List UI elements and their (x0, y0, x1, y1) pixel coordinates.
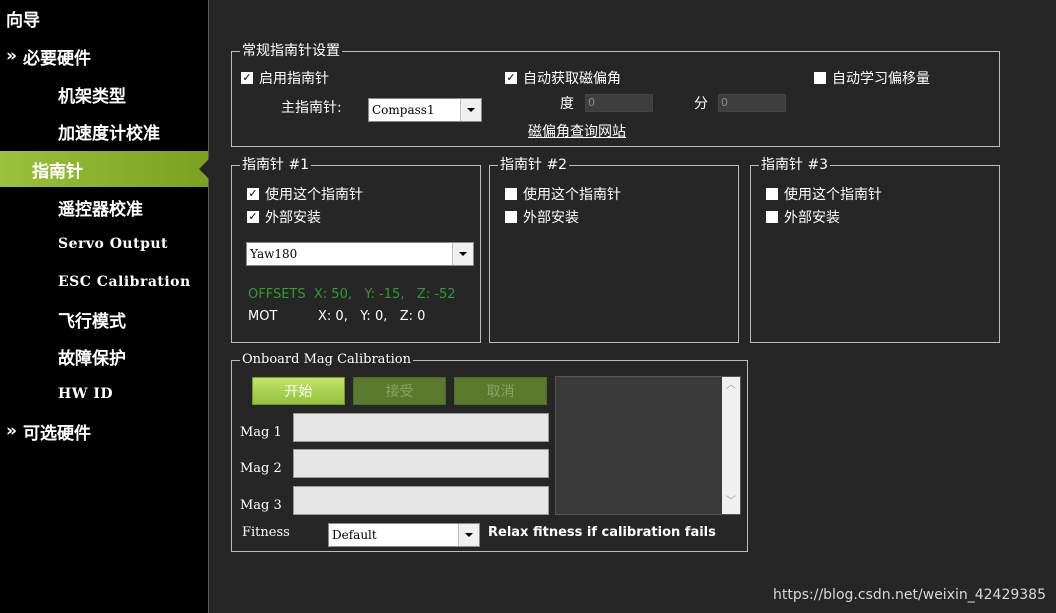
mag-1-progress (293, 413, 549, 442)
mag-2-progress (293, 449, 549, 478)
sidebar-item-label: 可选硬件 (22, 423, 91, 444)
checkbox-label: 外部安装 (265, 210, 321, 226)
sidebar-item-compass[interactable]: 指南针 (0, 151, 209, 187)
compass-3-external-checkbox[interactable]: 外部安装 (766, 207, 840, 227)
sidebar-item-label: 故障保护 (58, 348, 126, 369)
select-value: Yaw180 (250, 247, 298, 261)
relax-fitness-text: Relax fitness if calibration fails (488, 525, 716, 540)
checkbox-label: 外部安装 (784, 210, 840, 226)
auto-declination-checkbox[interactable]: ✓ 自动获取磁偏角 (505, 68, 621, 88)
checkbox-checked-icon: ✓ (241, 71, 253, 84)
minutes-input[interactable]: 0 (718, 94, 786, 112)
group-title: 指南针 #1 (240, 156, 312, 174)
group-title: 常规指南针设置 (240, 42, 342, 60)
select-value: Default (332, 528, 377, 542)
select-value: Compass1 (372, 103, 435, 117)
compass-2-group: 指南针 #2 使用这个指南针 外部安装 (489, 156, 739, 343)
result-textarea[interactable]: ︿ ﹀ (555, 376, 741, 515)
checkbox-label: 启用指南针 (259, 71, 329, 87)
scroll-down-icon[interactable]: ﹀ (726, 497, 736, 507)
sidebar-item-label: 遥控器校准 (58, 199, 143, 220)
chevron-double-right-icon: » (6, 46, 17, 66)
sidebar-item-hw-id[interactable]: HW ID (0, 376, 208, 412)
sidebar-item-label: Servo Output (58, 236, 169, 252)
cancel-button[interactable]: 取消 (454, 377, 547, 405)
group-title: Onboard Mag Calibration (240, 351, 413, 369)
checkbox-label: 使用这个指南针 (523, 187, 621, 203)
primary-compass-select[interactable]: Compass1 (368, 98, 482, 122)
sidebar-item-failsafe[interactable]: 故障保护 (0, 338, 208, 374)
checkbox-unchecked-icon (766, 211, 778, 223)
mag-2-label: Mag 2 (240, 461, 282, 476)
checkbox-label: 使用这个指南针 (265, 187, 363, 203)
fitness-label: Fitness (242, 525, 290, 540)
mag-3-label: Mag 3 (240, 498, 282, 513)
sidebar-item-label: 加速度计校准 (58, 123, 160, 144)
sidebar-item-mandatory-hardware[interactable]: » 必要硬件 (0, 38, 208, 74)
watermark: https://blog.csdn.net/weixin_42429385 (772, 587, 1046, 603)
sidebar-item-wizard[interactable]: 向导 (0, 0, 208, 36)
degrees-input[interactable]: 0 (585, 94, 653, 112)
enable-compass-checkbox[interactable]: ✓ 启用指南针 (241, 68, 329, 88)
scroll-up-icon[interactable]: ︿ (726, 381, 736, 391)
sidebar-item-esc-calibration[interactable]: ESC Calibration (0, 264, 208, 300)
sidebar-item-label: 必要硬件 (22, 48, 91, 69)
auto-learn-offsets-checkbox[interactable]: 自动学习偏移量 (814, 68, 930, 88)
accept-button[interactable]: 接受 (353, 377, 446, 405)
active-indicator-icon (199, 159, 209, 179)
sidebar-item-label: 向导 (6, 10, 40, 31)
sidebar-item-frame-type[interactable]: 机架类型 (0, 76, 208, 112)
group-title: 指南针 #3 (759, 156, 831, 174)
compass-3-use-checkbox[interactable]: 使用这个指南针 (766, 184, 882, 204)
sidebar: 向导 » 必要硬件 机架类型 加速度计校准 指南针 遥控器校准 Servo Out… (0, 0, 209, 613)
onboard-mag-calibration-group: Onboard Mag Calibration 开始 接受 取消 Mag 1 M… (231, 351, 748, 552)
mag-3-progress (293, 486, 549, 515)
dropdown-arrow-icon (452, 243, 473, 265)
sidebar-item-label: HW ID (58, 386, 114, 402)
compass-1-orientation-select[interactable]: Yaw180 (246, 242, 474, 266)
checkbox-label: 自动学习偏移量 (832, 71, 930, 87)
sidebar-item-accel-calibration[interactable]: 加速度计校准 (0, 113, 208, 149)
dropdown-arrow-icon (458, 524, 479, 546)
sidebar-item-optional-hardware[interactable]: » 可选硬件 (0, 413, 208, 449)
checkbox-checked-icon: ✓ (247, 210, 259, 223)
sidebar-item-label: ESC Calibration (58, 274, 191, 290)
group-title: 指南针 #2 (498, 156, 570, 174)
sidebar-item-radio-calibration[interactable]: 遥控器校准 (0, 189, 208, 225)
compass-2-external-checkbox[interactable]: 外部安装 (505, 207, 579, 227)
result-scrollbar[interactable]: ︿ ﹀ (722, 377, 740, 514)
compass-1-use-checkbox[interactable]: ✓ 使用这个指南针 (247, 184, 363, 204)
compass-1-mot-values: X: 0, Y: 0, Z: 0 (318, 309, 426, 324)
compass-1-offsets: OFFSETS X: 50, Y: -15, Z: -52 (248, 287, 456, 302)
compass-2-use-checkbox[interactable]: 使用这个指南针 (505, 184, 621, 204)
sidebar-item-servo-output[interactable]: Servo Output (0, 226, 208, 262)
fitness-select[interactable]: Default (328, 523, 480, 547)
primary-compass-label: 主指南针: (281, 100, 342, 116)
degrees-label: 度 (560, 96, 574, 112)
checkbox-unchecked-icon (766, 188, 778, 200)
general-compass-group: 常规指南针设置 ✓ 启用指南针 主指南针: Compass1 ✓ 自动获取磁偏角 度… (231, 42, 1000, 147)
checkbox-unchecked-icon (505, 211, 517, 223)
minutes-label: 分 (694, 96, 708, 112)
mag-1-label: Mag 1 (240, 425, 282, 440)
checkbox-unchecked-icon (505, 188, 517, 200)
sidebar-item-label: 机架类型 (58, 86, 126, 107)
checkbox-label: 自动获取磁偏角 (523, 71, 621, 87)
checkbox-checked-icon: ✓ (247, 187, 259, 200)
checkbox-checked-icon: ✓ (505, 71, 517, 84)
sidebar-item-flight-modes[interactable]: 飞行模式 (0, 301, 208, 337)
dropdown-arrow-icon (460, 99, 481, 121)
compass-1-group: 指南针 #1 ✓ 使用这个指南针 ✓ 外部安装 Yaw180 OFFSETS X: … (231, 156, 481, 343)
checkbox-label: 使用这个指南针 (784, 187, 882, 203)
checkbox-unchecked-icon (814, 72, 826, 84)
start-button[interactable]: 开始 (252, 377, 345, 405)
chevron-double-right-icon: » (6, 421, 17, 441)
checkbox-label: 外部安装 (523, 210, 579, 226)
declination-website-link[interactable]: 磁偏角查询网站 (528, 121, 626, 141)
sidebar-item-label: 指南针 (32, 161, 83, 182)
compass-3-group: 指南针 #3 使用这个指南针 外部安装 (750, 156, 1000, 343)
compass-1-mot-label: MOT (248, 309, 278, 324)
sidebar-item-label: 飞行模式 (58, 311, 126, 332)
compass-1-external-checkbox[interactable]: ✓ 外部安装 (247, 207, 321, 227)
